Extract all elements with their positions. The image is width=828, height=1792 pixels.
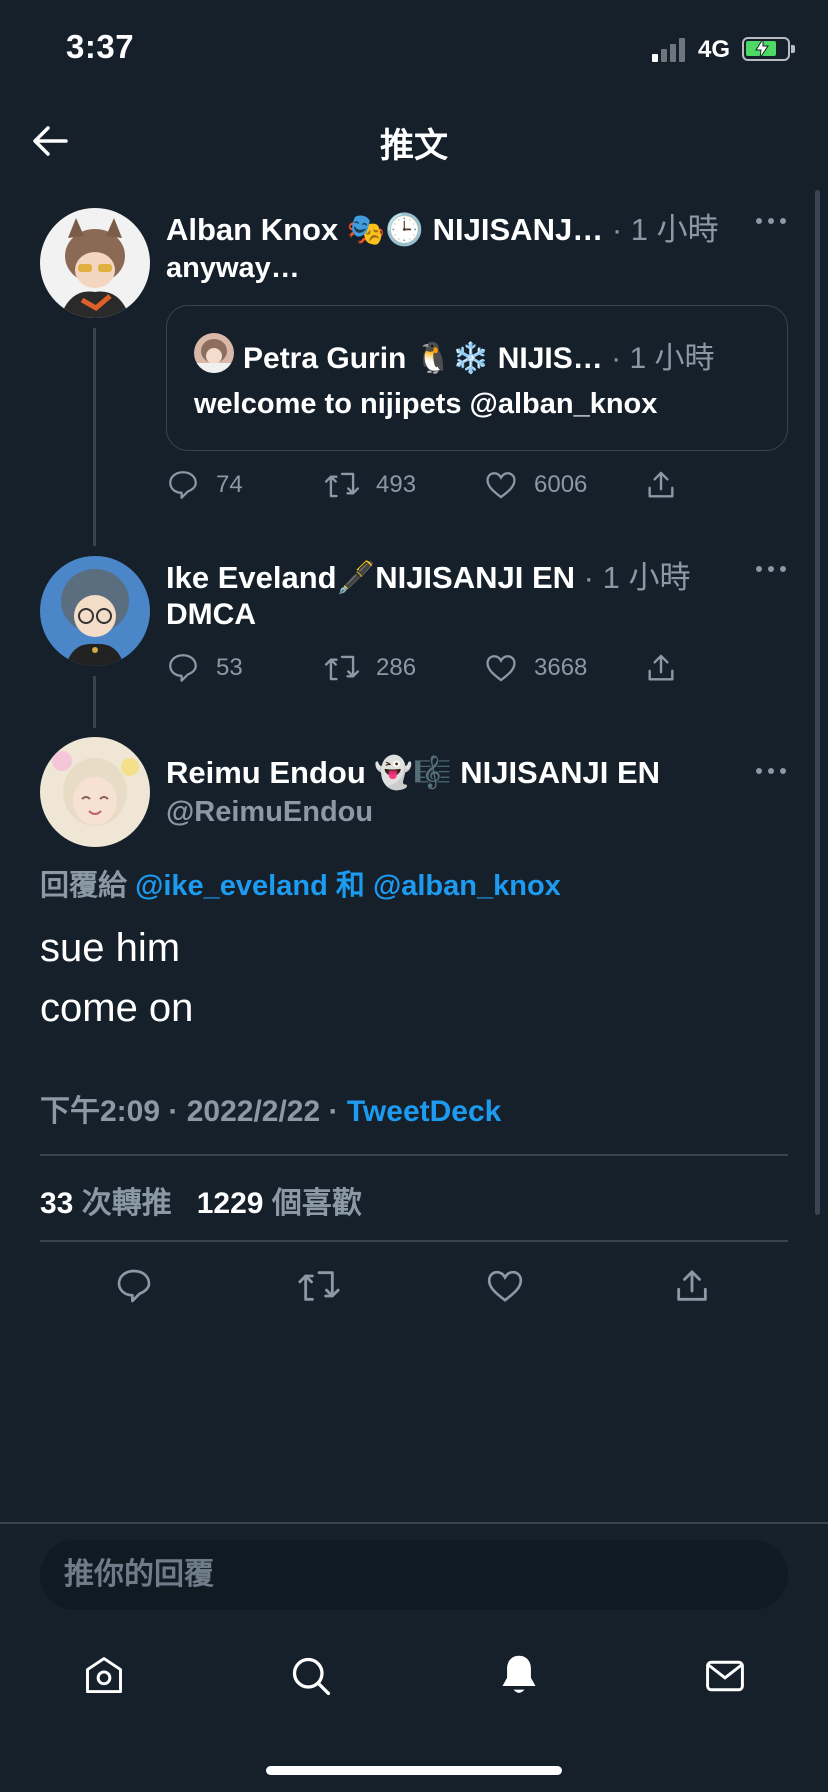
avatar[interactable] — [40, 208, 150, 318]
thread-line — [93, 676, 96, 728]
composer-divider — [0, 1522, 828, 1524]
share-button[interactable] — [672, 1266, 712, 1311]
signal-icon — [652, 38, 685, 62]
page-title: 推文 — [380, 127, 448, 165]
reply-button[interactable]: 53 — [166, 651, 243, 685]
status-time: 3:37 — [66, 28, 135, 65]
thread-line — [93, 328, 96, 546]
tweet-stats[interactable]: 33 次轉推 1229 個喜歡 — [40, 1178, 362, 1222]
share-button[interactable] — [644, 651, 678, 685]
reply-count: 53 — [216, 654, 243, 681]
quoted-text: welcome to nijipets @alban_knox — [194, 388, 658, 420]
retweet-button[interactable] — [297, 1266, 341, 1311]
notifications-icon[interactable] — [497, 1652, 541, 1703]
messages-icon[interactable] — [703, 1654, 747, 1703]
network-type: 4G — [698, 36, 731, 63]
search-icon[interactable] — [289, 1654, 333, 1703]
retweet-count: 493 — [376, 471, 417, 498]
share-button[interactable] — [644, 468, 678, 502]
more-options-icon[interactable] — [756, 768, 786, 776]
quoted-author: Petra Gurin 🐧❄️ NIJIS… · 1 小時 — [243, 342, 715, 375]
quoted-tweet[interactable]: Petra Gurin 🐧❄️ NIJIS… · 1 小時 welcome to… — [166, 305, 788, 451]
like-count: 3668 — [534, 654, 588, 681]
mention-link[interactable]: @ike_eveland — [135, 870, 328, 902]
retweet-button[interactable]: 286 — [324, 651, 416, 685]
tweet-author[interactable]: Ike Eveland🖋️NIJISANJI EN · 1 小時 — [166, 552, 690, 597]
tweet-author-name[interactable]: Reimu Endou 👻🎼 NIJISANJI EN — [166, 754, 660, 791]
tweet-body: sue him come on — [40, 926, 194, 1030]
home-indicator[interactable] — [266, 1766, 562, 1775]
reply-button[interactable]: 74 — [166, 468, 243, 502]
source-link[interactable]: TweetDeck — [347, 1095, 502, 1128]
like-count: 6006 — [534, 471, 588, 498]
like-button[interactable]: 3668 — [484, 651, 587, 685]
reply-to-line: 回覆給 @ike_eveland 和 @alban_knox — [40, 870, 561, 902]
battery-icon — [742, 37, 795, 61]
more-options-icon[interactable] — [756, 218, 786, 226]
divider — [40, 1240, 788, 1242]
tweet-text: anyway… — [166, 252, 300, 284]
tweet-text: DMCA — [166, 598, 256, 631]
tweet-timestamp: 下午2:09 · 2022/2/22 · TweetDeck — [40, 1095, 502, 1128]
avatar[interactable] — [40, 737, 150, 847]
tweet-author[interactable]: Alban Knox 🎭🕒 NIJISANJ… · 1 小時 — [166, 204, 719, 249]
reply-button[interactable] — [114, 1266, 154, 1311]
retweet-count: 286 — [376, 654, 417, 681]
avatar — [194, 333, 234, 373]
reply-input[interactable] — [64, 1540, 764, 1610]
mention-link[interactable]: @alban_knox — [373, 870, 561, 902]
scrollbar[interactable] — [815, 190, 820, 1215]
avatar[interactable] — [40, 556, 150, 666]
reply-composer[interactable] — [40, 1540, 788, 1610]
tweet-author-handle[interactable]: @ReimuEndou — [166, 796, 373, 829]
home-icon[interactable] — [82, 1654, 126, 1703]
retweet-button[interactable]: 493 — [324, 468, 416, 502]
divider — [40, 1154, 788, 1156]
more-options-icon[interactable] — [756, 566, 786, 574]
like-button[interactable]: 6006 — [484, 468, 587, 502]
reply-count: 74 — [216, 471, 243, 498]
like-button[interactable] — [485, 1266, 525, 1311]
